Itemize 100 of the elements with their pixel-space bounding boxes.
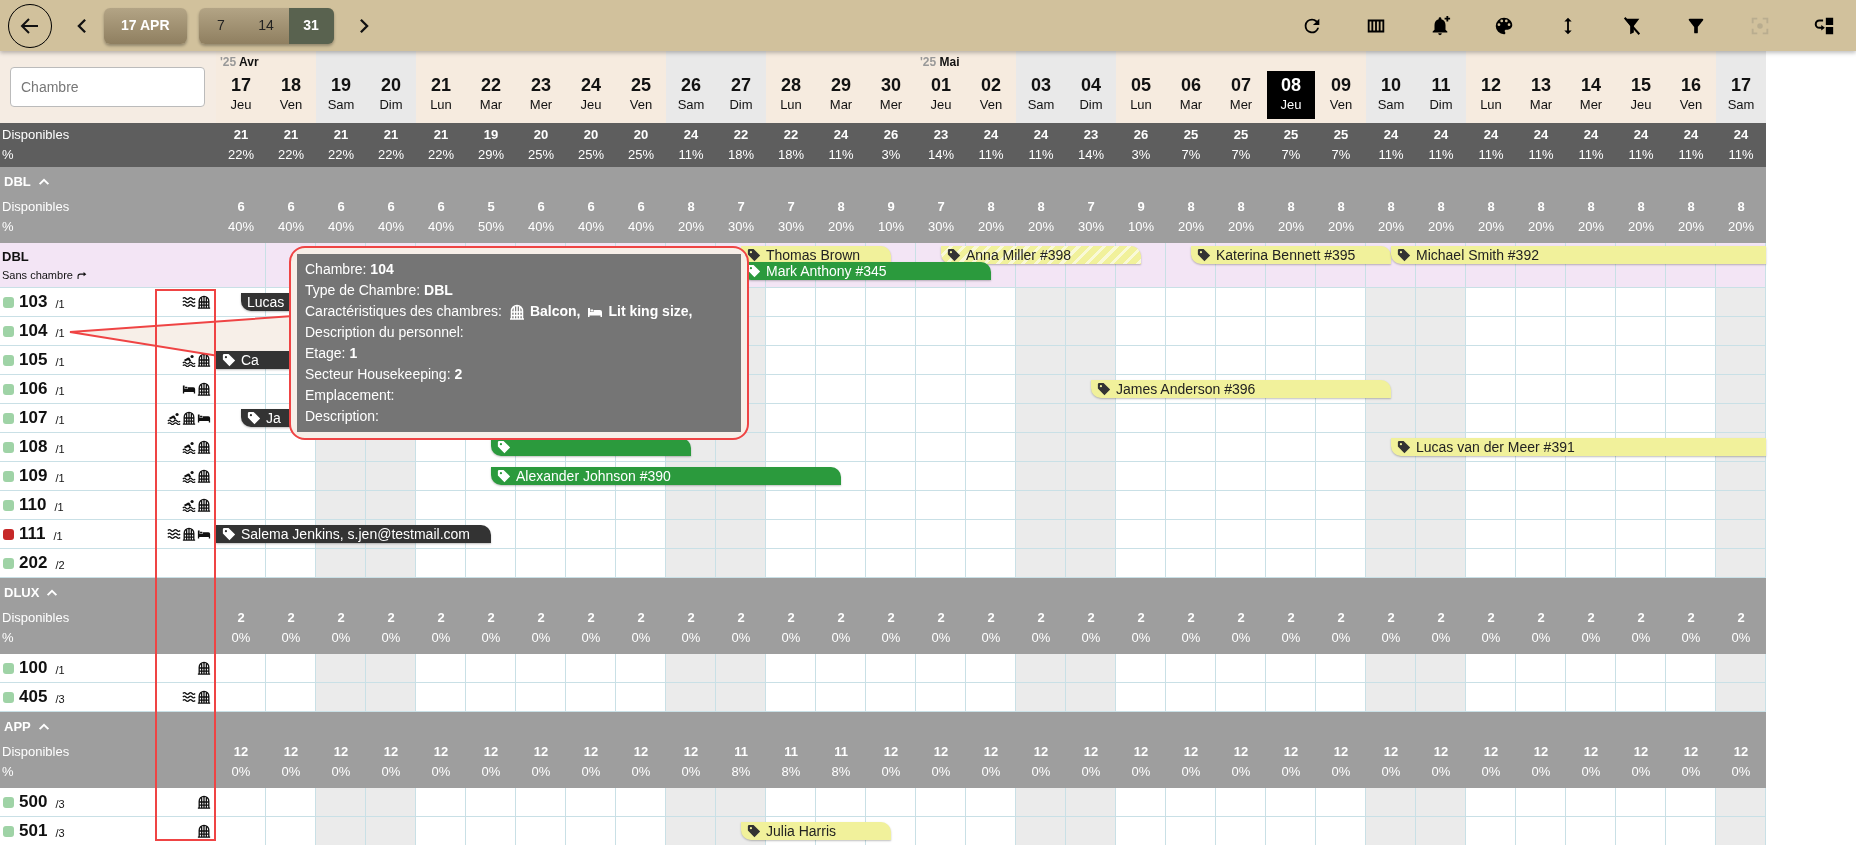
weekday-label: Sam xyxy=(327,96,355,114)
occupancy-percent: 25% xyxy=(628,146,654,164)
day-number: 08 xyxy=(1281,74,1301,96)
availability-count: 8 xyxy=(1537,198,1545,216)
availability-count: 12 xyxy=(233,743,249,761)
tooltip-line: Caractéristiques des chambres: xyxy=(305,302,502,321)
occupancy-percent: 0% xyxy=(1381,629,1401,647)
availability-count: 6 xyxy=(587,198,595,216)
occupancy-percent: 0% xyxy=(931,629,951,647)
availability-count: 12 xyxy=(1733,743,1749,761)
booking-bar[interactable]: Salema Jenkins, s.jen@testmail.com xyxy=(216,525,491,543)
day-number: 20 xyxy=(381,74,401,96)
day-number: 30 xyxy=(881,74,901,96)
occupancy-percent: 7% xyxy=(1331,146,1351,164)
occupancy-percent: 0% xyxy=(1681,629,1701,647)
row-label: % xyxy=(2,763,15,781)
day-number: 21 xyxy=(431,74,451,96)
occupancy-percent: 0% xyxy=(681,763,701,781)
occupancy-percent: 20% xyxy=(1528,218,1554,236)
weekday-label: Jeu xyxy=(930,96,952,114)
row-label: Disponibles xyxy=(2,743,71,761)
occupancy-percent: 10% xyxy=(878,218,904,236)
day-number: 22 xyxy=(481,74,501,96)
availability-count: 12 xyxy=(1033,743,1049,761)
booking-bar[interactable]: Julia Harris xyxy=(741,822,891,840)
group-title: DLUX xyxy=(4,584,40,603)
occupancy-percent: 20% xyxy=(1378,218,1404,236)
occupancy-percent: 11% xyxy=(678,146,704,164)
availability-count: 12 xyxy=(883,743,899,761)
day-number: 16 xyxy=(1681,74,1701,96)
weekday-label: Mar xyxy=(1529,96,1553,114)
next-button[interactable] xyxy=(357,16,370,35)
booking-bar[interactable]: Michael Smith #392 xyxy=(1391,246,1766,264)
room-number: 108 xyxy=(19,437,48,457)
day-number: 24 xyxy=(581,74,601,96)
weekday-label: Dim xyxy=(379,96,403,114)
occupancy-percent: 0% xyxy=(1131,629,1151,647)
room-capacity: /1 xyxy=(54,499,64,515)
availability-count: 8 xyxy=(1337,198,1345,216)
occupancy-percent: 20% xyxy=(1178,218,1204,236)
occupancy-percent: 0% xyxy=(1231,763,1251,781)
weekday-label: Ven xyxy=(1329,96,1353,114)
availability-count: 8 xyxy=(687,198,695,216)
weekday-label: Lun xyxy=(1480,96,1502,114)
room-number: 111 xyxy=(19,524,46,544)
occupancy-percent: 0% xyxy=(431,629,451,647)
weekday-label: Sam xyxy=(1377,96,1405,114)
occupancy-percent: 0% xyxy=(1731,763,1751,781)
room-number: 106 xyxy=(19,379,48,399)
range-tab[interactable]: 7 xyxy=(198,7,244,44)
availability-count: 12 xyxy=(1083,743,1099,761)
availability-count: 2 xyxy=(1387,609,1395,627)
feature-label: Lit king size, xyxy=(608,302,693,321)
tag-icon xyxy=(747,824,761,838)
availability-count: 12 xyxy=(1633,743,1649,761)
occupancy-percent: 0% xyxy=(1181,629,1201,647)
availability-count: 6 xyxy=(637,198,645,216)
occupancy-percent: 11% xyxy=(1628,146,1654,164)
booking-bar[interactable]: Alexander Johnson #390 xyxy=(491,467,841,485)
row-label: Disponibles xyxy=(2,609,71,627)
occupancy-percent: 20% xyxy=(1328,218,1354,236)
availability-count: 2 xyxy=(1737,609,1745,627)
arched-door-icon xyxy=(508,303,525,320)
room-capacity: /1 xyxy=(55,354,65,370)
occupancy-percent: 22% xyxy=(228,146,254,164)
availability-count: 2 xyxy=(837,609,845,627)
day-number: 03 xyxy=(1031,74,1051,96)
availability-count: 8 xyxy=(1587,198,1595,216)
day-number: 01 xyxy=(931,74,951,96)
booking-bar[interactable]: Katerina Bennett #395 xyxy=(1191,246,1391,264)
occupancy-percent: 40% xyxy=(628,218,654,236)
previous-button[interactable] xyxy=(76,16,88,35)
search-field[interactable]: Chambre xyxy=(10,67,205,107)
range-tab[interactable]: 31 xyxy=(288,7,334,44)
occupancy-percent: 3% xyxy=(881,146,901,164)
availability-count: 24 xyxy=(1433,126,1449,144)
availability-count: 8 xyxy=(1037,198,1045,216)
availability-count: 7 xyxy=(737,198,745,216)
occupancy-percent: 0% xyxy=(381,629,401,647)
occupancy-percent: 20% xyxy=(978,218,1004,236)
availability-count: 12 xyxy=(383,743,399,761)
availability-count: 2 xyxy=(637,609,645,627)
occupancy-percent: 0% xyxy=(1231,629,1251,647)
availability-count: 2 xyxy=(737,609,745,627)
occupancy-percent: 11% xyxy=(1728,146,1754,164)
occupancy-percent: 0% xyxy=(1281,763,1301,781)
availability-count: 25 xyxy=(1233,126,1249,144)
availability-count: 26 xyxy=(883,126,899,144)
availability-count: 2 xyxy=(1137,609,1145,627)
room-capacity: /2 xyxy=(55,557,65,573)
availability-count: 6 xyxy=(237,198,245,216)
tag-icon xyxy=(747,248,761,262)
month-label: '25 Avr xyxy=(220,55,259,69)
booking-bar[interactable]: James Anderson #396 xyxy=(1091,380,1391,398)
booking-bar[interactable]: Lucas van der Meer #391 xyxy=(1391,438,1766,456)
occupancy-percent: 8% xyxy=(731,763,751,781)
range-tab[interactable]: 14 xyxy=(243,7,289,44)
availability-count: 2 xyxy=(987,609,995,627)
booking-bar[interactable]: Anna Miller #398 xyxy=(941,246,1141,264)
availability-count: 20 xyxy=(533,126,549,144)
